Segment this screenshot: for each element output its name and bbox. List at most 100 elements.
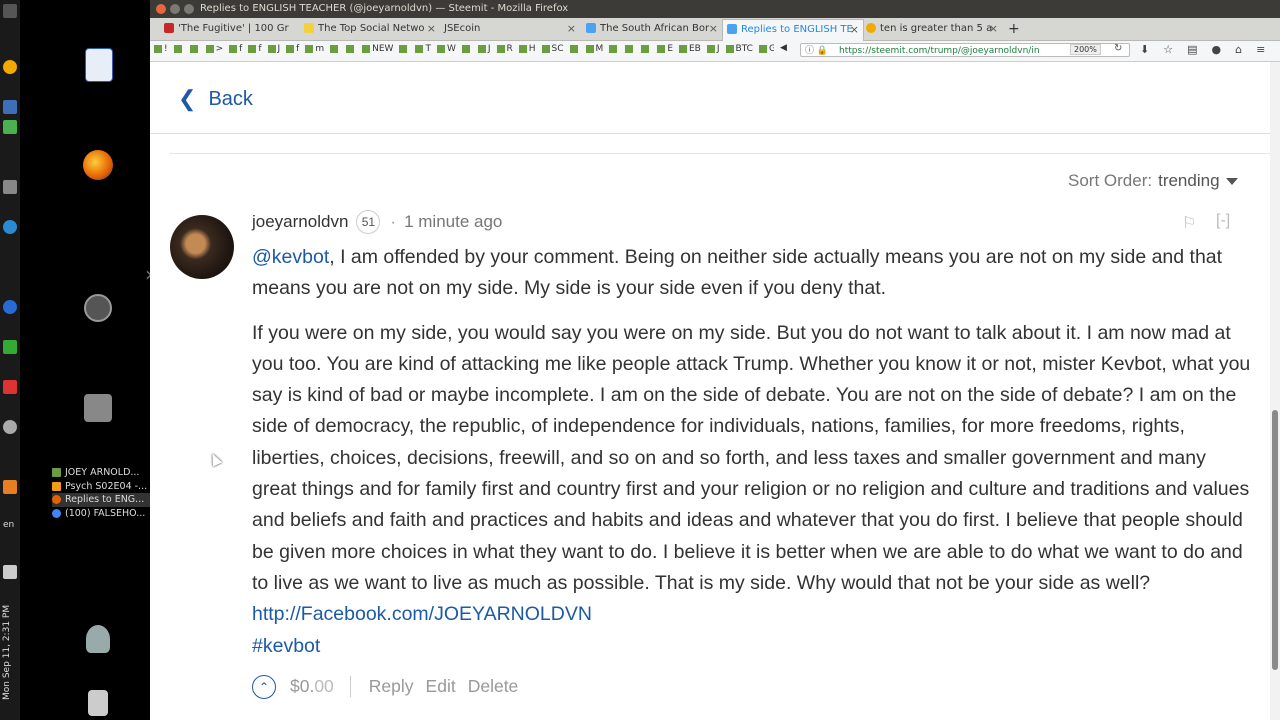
- title-bar: Replies to ENGLISH TEACHER (@joeyarnoldv…: [150, 0, 1280, 18]
- drive-icon[interactable]: [84, 394, 112, 422]
- bookmark-item[interactable]: E: [657, 44, 673, 54]
- task-item[interactable]: (100) FALSEHO...: [52, 507, 152, 521]
- payout-amount[interactable]: $0.00: [290, 676, 351, 698]
- task-item[interactable]: Psych S02E04 -...: [52, 480, 152, 494]
- folder-icon: [706, 44, 715, 53]
- bookmark-item[interactable]: f: [248, 44, 262, 54]
- menu-icon[interactable]: [3, 4, 17, 18]
- hashtag-link[interactable]: #kevbot: [252, 635, 320, 657]
- browser-tab[interactable]: JSEcoin ×: [440, 19, 580, 39]
- bookmark-item[interactable]: M: [585, 44, 603, 54]
- bookmark-item[interactable]: >: [205, 44, 223, 54]
- app-icon[interactable]: [3, 340, 17, 354]
- bookmark-item[interactable]: f: [229, 44, 242, 54]
- bookmark-item[interactable]: R: [496, 44, 513, 54]
- extension-icon[interactable]: ●: [1212, 43, 1222, 56]
- app-icon[interactable]: [3, 300, 17, 314]
- hamburger-menu-icon[interactable]: ≡: [1256, 43, 1265, 56]
- bookmark-item[interactable]: f: [286, 44, 299, 54]
- close-tab-icon[interactable]: ×: [850, 20, 859, 40]
- delete-button[interactable]: Delete: [468, 676, 519, 697]
- app-icon[interactable]: [3, 100, 17, 114]
- timestamp[interactable]: 1 minute ago: [404, 212, 502, 232]
- app-icon[interactable]: [3, 220, 17, 234]
- browser-tab[interactable]: 'The Fugitive' | 100 Gr: [160, 19, 300, 39]
- browser-tab[interactable]: The South African Bor ×: [582, 19, 722, 39]
- collapse-button[interactable]: [-]: [1216, 212, 1230, 230]
- system-clock[interactable]: Mon Sep 11, 2:31 PM: [2, 600, 18, 700]
- bookmark-item[interactable]: [346, 44, 356, 54]
- scrollbar-thumb[interactable]: [1272, 410, 1278, 670]
- close-tab-icon[interactable]: ×: [989, 19, 998, 39]
- task-item[interactable]: Replies to ENG...: [52, 493, 152, 507]
- home-icon[interactable]: ⌂: [1235, 43, 1242, 56]
- download-icon[interactable]: ⬇: [1140, 43, 1149, 56]
- bookmark-item[interactable]: m: [305, 44, 324, 54]
- volume-icon[interactable]: [3, 565, 17, 579]
- close-tab-icon[interactable]: ×: [567, 19, 576, 39]
- app-icon[interactable]: [3, 480, 17, 494]
- bookmark-item[interactable]: BTC: [725, 44, 753, 54]
- bookmark-item[interactable]: [173, 44, 184, 54]
- bookmark-item[interactable]: [399, 44, 409, 54]
- bookmark-label: J: [277, 44, 281, 54]
- settings-icon[interactable]: [84, 294, 112, 322]
- bookmark-item[interactable]: [330, 44, 340, 54]
- task-item[interactable]: JOEY ARNOLD...: [52, 466, 152, 480]
- bookmark-label: EB: [689, 44, 701, 54]
- facebook-link[interactable]: http://Facebook.com/JOEYARNOLDVN: [252, 603, 592, 625]
- browser-tab[interactable]: The Top Social Netwo ×: [300, 19, 440, 39]
- reply-button[interactable]: Reply: [369, 676, 414, 697]
- bookmark-item[interactable]: G: [758, 44, 774, 54]
- edit-button[interactable]: Edit: [426, 676, 456, 697]
- trash-icon[interactable]: [88, 690, 108, 716]
- bookmark-item[interactable]: T: [415, 44, 431, 54]
- scrollbar[interactable]: [1270, 62, 1280, 720]
- zoom-indicator[interactable]: 200%: [1070, 44, 1101, 55]
- new-tab-button[interactable]: +: [1008, 18, 1020, 40]
- bookmark-label: SC: [551, 44, 564, 54]
- bookmark-item[interactable]: J: [477, 44, 491, 54]
- document-icon[interactable]: [85, 48, 113, 82]
- bookmark-item[interactable]: EB: [679, 44, 701, 54]
- sort-order-dropdown[interactable]: Sort Order: trending: [1068, 171, 1238, 191]
- bookmark-item[interactable]: [189, 44, 200, 54]
- bookmark-star-icon[interactable]: ☆: [1163, 43, 1173, 56]
- app-icon[interactable]: [3, 180, 17, 194]
- firefox-icon[interactable]: [83, 150, 113, 180]
- back-link[interactable]: ❮ Back: [178, 86, 253, 112]
- bitcoin-icon[interactable]: [3, 60, 17, 74]
- mention-link[interactable]: @kevbot: [252, 246, 329, 268]
- user-icon[interactable]: [86, 625, 110, 653]
- app-icon[interactable]: [3, 120, 17, 134]
- bookmark-item[interactable]: J: [267, 44, 281, 54]
- bookmark-item[interactable]: J: [706, 44, 720, 54]
- bookmark-item[interactable]: H: [518, 44, 536, 54]
- bookmark-item[interactable]: [569, 44, 580, 54]
- minimize-window-button[interactable]: [170, 4, 180, 14]
- maximize-window-button[interactable]: [184, 4, 194, 14]
- reload-icon[interactable]: ↻: [1114, 43, 1122, 54]
- back-arrow-icon[interactable]: ◀: [780, 43, 787, 53]
- upvote-icon[interactable]: ⌃: [252, 674, 276, 699]
- bookmark-item[interactable]: W: [436, 44, 456, 54]
- bookmark-item[interactable]: [609, 44, 619, 54]
- close-tab-icon[interactable]: ×: [427, 19, 436, 39]
- browser-tab-active[interactable]: Replies to ENGLISH TE ×: [722, 19, 864, 41]
- author-name[interactable]: joeyarnoldvn: [252, 212, 348, 232]
- bookmark-item[interactable]: [641, 44, 651, 54]
- flag-icon[interactable]: ⚐: [1182, 213, 1196, 233]
- app-icon[interactable]: [3, 420, 17, 434]
- close-window-button[interactable]: [156, 4, 166, 14]
- close-tab-icon[interactable]: ×: [709, 19, 718, 39]
- bookmark-item[interactable]: !: [154, 44, 168, 54]
- bookmark-item[interactable]: [625, 44, 635, 54]
- app-icon[interactable]: [3, 380, 17, 394]
- bookmark-item[interactable]: [461, 44, 472, 54]
- bookmark-item[interactable]: NEW: [362, 44, 393, 54]
- library-icon[interactable]: ▤: [1187, 43, 1197, 56]
- keyboard-language[interactable]: en: [3, 520, 14, 530]
- avatar[interactable]: [170, 215, 234, 279]
- browser-tab[interactable]: ten is greater than 5 a ×: [862, 19, 1002, 39]
- bookmark-item[interactable]: SC: [541, 44, 564, 54]
